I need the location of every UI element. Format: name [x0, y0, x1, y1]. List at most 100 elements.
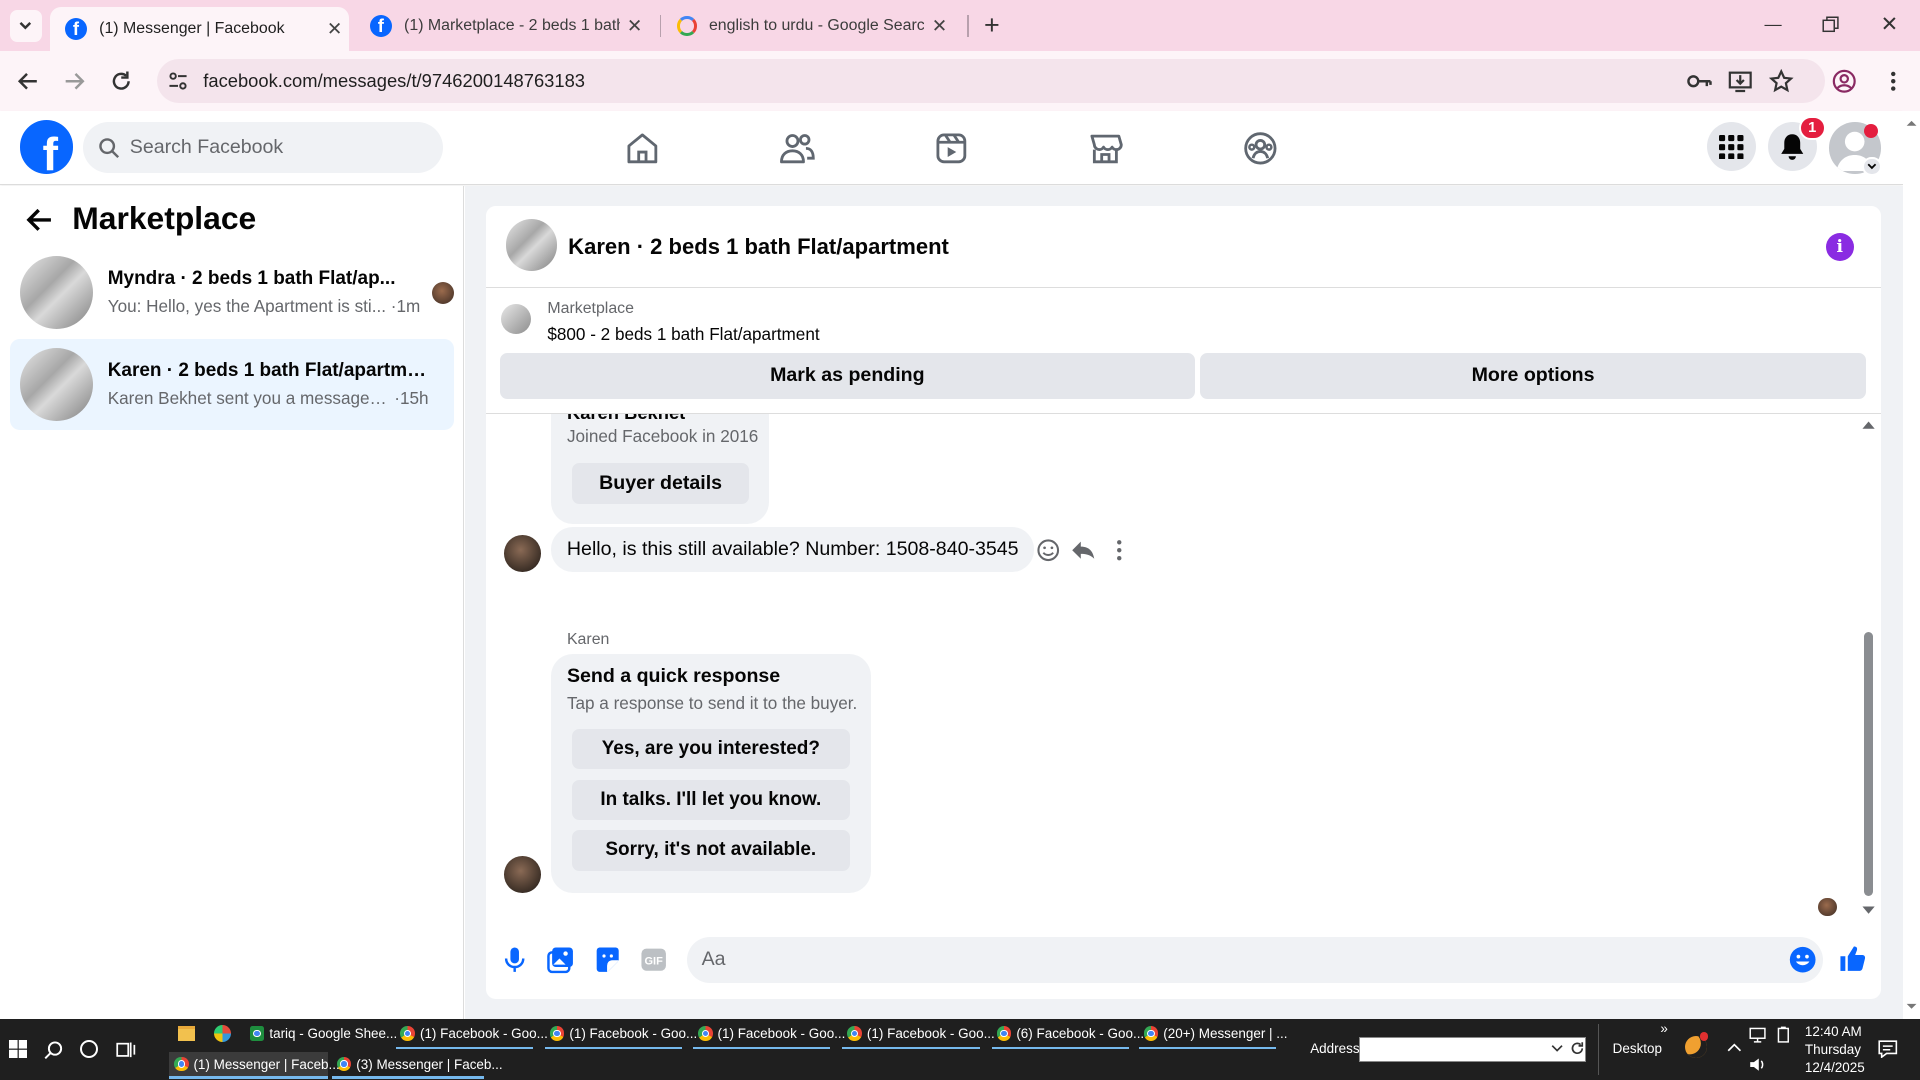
scroll-up-arrow-icon[interactable] — [1903, 116, 1920, 131]
page-scrollbar[interactable] — [1902, 111, 1920, 1019]
task-view-icon[interactable] — [116, 1040, 136, 1060]
mark-as-pending-button[interactable]: Mark as pending — [499, 352, 1196, 400]
info-icon[interactable]: i — [1825, 232, 1854, 261]
taskbar-item[interactable]: (6) Facebook - Goo... — [992, 1021, 1144, 1045]
clock-time[interactable]: 12:40 AM — [1805, 1024, 1862, 1039]
start-button-icon[interactable] — [8, 1039, 27, 1058]
chat-scroll-down-icon[interactable] — [1860, 904, 1877, 916]
facebook-search-input[interactable]: Search Facebook — [83, 122, 444, 173]
taskbar-underline — [1138, 1046, 1276, 1050]
address-dropdown-icon[interactable] — [1551, 1042, 1564, 1054]
battery-icon[interactable] — [1776, 1026, 1791, 1043]
tab-search-dropdown[interactable] — [9, 9, 42, 42]
network-icon[interactable] — [1749, 1026, 1766, 1043]
desktop-toolbar-label[interactable]: Desktop — [1613, 1041, 1662, 1056]
close-tab-icon[interactable]: ✕ — [932, 15, 947, 37]
quick-response-button[interactable]: Sorry, it's not available. — [571, 830, 850, 871]
volume-icon[interactable] — [1749, 1056, 1766, 1073]
taskbar-item[interactable]: (1) Facebook - Goo... — [396, 1021, 548, 1045]
photo-icon[interactable] — [546, 945, 575, 974]
chevron-down-icon — [19, 22, 32, 30]
profile-icon[interactable] — [1832, 69, 1856, 93]
thumbs-up-icon[interactable] — [1838, 944, 1867, 973]
password-key-icon[interactable] — [1686, 69, 1712, 93]
minimize-icon[interactable]: — — [1745, 7, 1801, 41]
sticker-icon[interactable] — [593, 945, 622, 974]
listing-title[interactable]: $800 - 2 beds 1 bath Flat/apartment — [547, 324, 819, 345]
menu-grid-button[interactable] — [1706, 122, 1756, 172]
gif-icon[interactable]: GIF — [639, 945, 668, 974]
tab-separator — [967, 14, 969, 37]
search-placeholder: Search Facebook — [129, 136, 284, 159]
taskbar-item[interactable]: (20+) Messenger | ... — [1139, 1021, 1288, 1045]
taskbar-item[interactable]: (1) Facebook - Goo... — [842, 1021, 995, 1045]
conversation-item-selected[interactable]: Karen · 2 beds 1 bath Flat/apartment Kar… — [9, 339, 455, 430]
buyer-details-button[interactable]: Buyer details — [571, 462, 750, 505]
reload-icon[interactable] — [109, 69, 133, 93]
conversation-name: Karen · 2 beds 1 bath Flat/apartment — [107, 359, 429, 381]
action-center-icon[interactable] — [1878, 1040, 1898, 1058]
tab-separator — [660, 14, 662, 37]
chat-title[interactable]: Karen · 2 beds 1 bath Flat/apartment — [568, 234, 949, 260]
close-window-icon[interactable]: ✕ — [1861, 7, 1917, 41]
tab-marketplace[interactable]: f (1) Marketplace - 2 beds 1 bath ✕ — [355, 0, 654, 51]
taskbar-divider — [1597, 1023, 1600, 1076]
facebook-logo[interactable]: f — [19, 120, 74, 174]
address-go-icon[interactable] — [1570, 1041, 1585, 1056]
taskbar-item-active[interactable]: (1) Messenger | Faceb... — [168, 1051, 340, 1077]
taskbar-item[interactable]: (1) Facebook - Goo... — [693, 1021, 845, 1045]
taskbar-item[interactable]: (3) Messenger | Faceb... — [332, 1052, 503, 1076]
toolbar-expand-icon[interactable]: » — [1660, 1021, 1667, 1036]
close-tab-icon[interactable]: ✕ — [627, 15, 642, 37]
search-icon[interactable] — [44, 1040, 64, 1060]
quick-response-button[interactable]: In talks. I'll let you know. — [571, 780, 850, 821]
install-app-icon[interactable] — [1728, 69, 1752, 93]
taskbar-item[interactable]: (1) Facebook - Goo... — [545, 1021, 697, 1045]
marketplace-icon[interactable] — [1087, 130, 1124, 167]
taskbar-underline — [842, 1046, 980, 1050]
emoji-icon[interactable] — [1788, 945, 1817, 974]
chat-scrollbar-thumb[interactable] — [1863, 631, 1874, 897]
message-input[interactable]: Aa — [686, 936, 1824, 984]
taskbar-underline — [168, 1076, 329, 1079]
bookmark-star-icon[interactable] — [1769, 68, 1794, 93]
chat-header-avatar[interactable] — [505, 219, 558, 271]
sender-avatar[interactable] — [504, 535, 542, 572]
friends-icon[interactable] — [779, 130, 816, 167]
quick-response-button[interactable]: Yes, are you interested? — [571, 728, 850, 769]
chat-scroll-up-icon[interactable] — [1860, 419, 1877, 431]
cortana-icon[interactable] — [79, 1039, 98, 1058]
reply-icon[interactable] — [1071, 538, 1095, 562]
forward-arrow-icon[interactable] — [62, 69, 86, 93]
sender-avatar[interactable] — [504, 855, 542, 893]
close-tab-icon[interactable]: ✕ — [327, 18, 342, 40]
message-bubble[interactable]: Hello, is this still available? Number: … — [551, 526, 1035, 572]
more-options-button[interactable]: More options — [1200, 352, 1867, 400]
listing-thumbnail — [19, 255, 94, 330]
video-icon[interactable] — [933, 130, 970, 167]
react-emoji-icon[interactable] — [1036, 538, 1060, 562]
tab-title: english to urdu - Google Search — [708, 16, 925, 34]
conversation-item[interactable]: Myndra · 2 beds 1 bath Flat/ap... You: H… — [10, 247, 455, 338]
url-text[interactable]: facebook.com/messages/t/9746200148763183 — [203, 70, 585, 92]
facebook-favicon-icon: f — [369, 14, 392, 37]
site-info-icon[interactable] — [167, 70, 189, 92]
tray-expand-icon[interactable] — [1727, 1041, 1742, 1053]
tab-messenger[interactable]: f (1) Messenger | Facebook ✕ — [50, 7, 349, 52]
file-explorer-icon[interactable] — [177, 1026, 195, 1041]
microphone-icon[interactable] — [500, 945, 529, 974]
back-arrow-icon[interactable] — [16, 69, 40, 93]
more-actions-icon[interactable] — [1107, 538, 1131, 562]
home-icon[interactable] — [624, 130, 661, 167]
new-tab-icon[interactable]: + — [977, 10, 1006, 40]
back-arrow-icon[interactable] — [24, 204, 56, 236]
restore-icon[interactable] — [1802, 7, 1858, 41]
scroll-down-arrow-icon[interactable] — [1903, 999, 1920, 1014]
browser-menu-icon[interactable] — [1881, 69, 1905, 93]
taskbar-underline — [693, 1046, 831, 1050]
address-toolbar-label: Address — [1310, 1040, 1360, 1056]
groups-icon[interactable] — [1242, 130, 1279, 167]
tab-google[interactable]: english to urdu - Google Search ✕ — [662, 0, 961, 51]
divider — [486, 286, 1881, 288]
taskbar-item[interactable]: tariq - Google Shee... — [245, 1021, 397, 1045]
